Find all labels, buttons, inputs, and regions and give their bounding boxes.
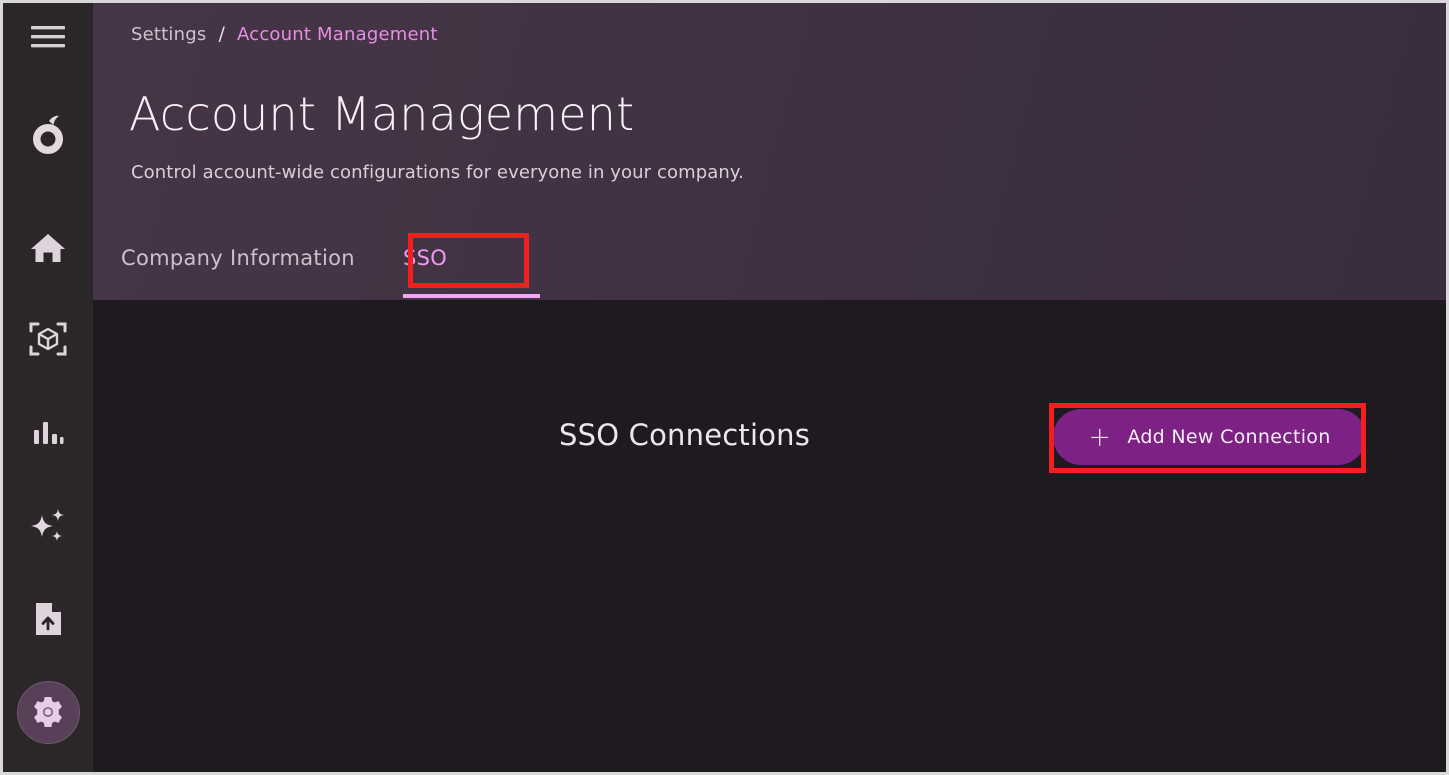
sidebar-item-home[interactable] bbox=[3, 217, 93, 279]
sidebar-item-models[interactable] bbox=[3, 308, 93, 370]
page-title: Account Management bbox=[129, 87, 634, 141]
add-new-connection-button[interactable]: + Add New Connection bbox=[1053, 409, 1366, 465]
sidebar bbox=[3, 3, 93, 772]
breadcrumb-root[interactable]: Settings bbox=[131, 24, 206, 45]
sidebar-item-brand-logo[interactable] bbox=[3, 107, 93, 169]
cube-scan-icon bbox=[28, 319, 68, 359]
main-content: SSO Connections + Add New Connection bbox=[93, 300, 1449, 775]
sidebar-item-settings[interactable] bbox=[3, 681, 93, 743]
breadcrumb-current[interactable]: Account Management bbox=[237, 24, 438, 45]
tab-active-underline bbox=[403, 294, 540, 298]
breadcrumb: Settings / Account Management bbox=[131, 23, 438, 45]
sidebar-item-upload[interactable] bbox=[3, 588, 93, 650]
tab-company-information[interactable]: Company Information bbox=[121, 246, 355, 274]
app-window: Settings / Account Management Account Ma… bbox=[0, 0, 1449, 775]
sidebar-item-analytics[interactable] bbox=[3, 402, 93, 464]
home-icon bbox=[29, 230, 67, 266]
brand-logo-icon bbox=[25, 114, 71, 162]
sidebar-item-menu-toggle[interactable] bbox=[3, 3, 93, 71]
file-upload-icon bbox=[32, 600, 64, 638]
page-subtitle: Control account-wide configurations for … bbox=[131, 162, 744, 183]
settings-active-pill bbox=[17, 681, 80, 744]
tab-bar: Company Information SSO bbox=[93, 230, 1449, 300]
sso-connections-heading: SSO Connections bbox=[559, 418, 810, 452]
hamburger-icon bbox=[28, 23, 68, 51]
gear-icon bbox=[31, 695, 65, 729]
breadcrumb-separator: / bbox=[218, 23, 225, 45]
plus-icon: + bbox=[1088, 424, 1111, 451]
tab-sso[interactable]: SSO bbox=[403, 246, 447, 274]
sidebar-item-ai[interactable] bbox=[3, 495, 93, 557]
bar-chart-icon bbox=[31, 417, 65, 449]
sparkles-icon bbox=[28, 506, 68, 546]
page-header: Settings / Account Management Account Ma… bbox=[93, 3, 1449, 300]
add-new-connection-label: Add New Connection bbox=[1127, 426, 1330, 448]
